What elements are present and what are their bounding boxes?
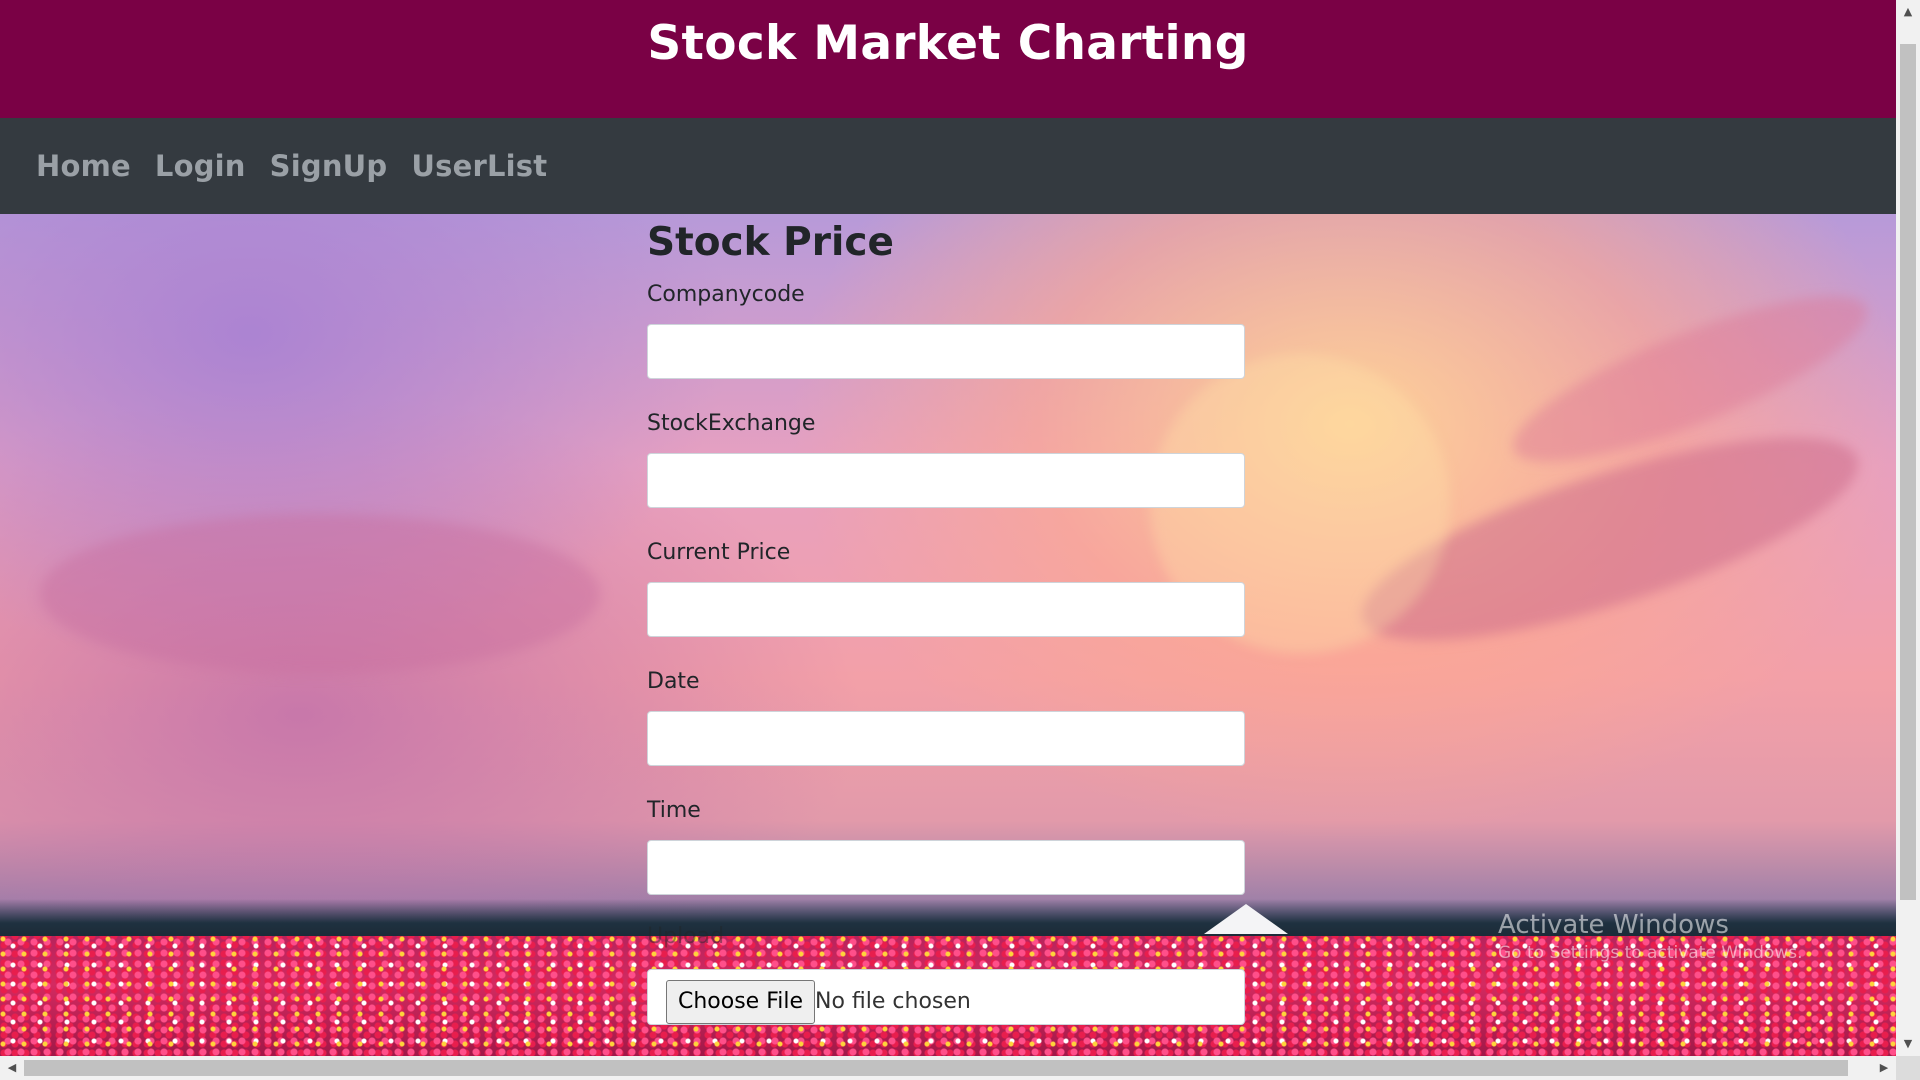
- tent-decoration: [1204, 904, 1288, 934]
- cloud-decoration: [40, 514, 600, 674]
- nav-links: Home Login SignUp UserList: [36, 118, 571, 214]
- date-label: Date: [647, 669, 700, 694]
- horizontal-scroll-thumb[interactable]: [24, 1060, 1848, 1076]
- file-upload-field[interactable]: Choose File No file chosen: [647, 969, 1245, 1025]
- browser-viewport: Stock Market Charting Home Login SignUp …: [0, 0, 1896, 1056]
- companycode-label: Companycode: [647, 282, 805, 307]
- time-label: Time: [647, 798, 701, 823]
- form-title: Stock Price: [647, 220, 894, 265]
- watermark-title: Activate Windows: [1498, 910, 1729, 940]
- scroll-up-arrow-icon[interactable]: ▲: [1896, 0, 1920, 24]
- choose-file-button[interactable]: Choose File: [666, 980, 816, 1024]
- upload-label: Upload: [647, 924, 725, 949]
- navbar: Home Login SignUp UserList: [0, 118, 1896, 214]
- scrollbar-corner: [1896, 1056, 1920, 1080]
- scroll-left-arrow-icon[interactable]: ◀: [0, 1056, 24, 1080]
- watermark-subtitle: Go to Settings to activate Windows.: [1498, 943, 1803, 963]
- app-title: Stock Market Charting: [647, 16, 1249, 71]
- nav-link-signup[interactable]: SignUp: [270, 149, 388, 183]
- scroll-right-arrow-icon[interactable]: ▶: [1872, 1056, 1896, 1080]
- date-input[interactable]: [647, 711, 1245, 766]
- app-header: Stock Market Charting: [0, 0, 1896, 118]
- time-input[interactable]: [647, 840, 1245, 895]
- nav-link-userlist[interactable]: UserList: [411, 149, 547, 183]
- file-status-text: No file chosen: [815, 989, 971, 1014]
- stockexchange-input[interactable]: [647, 453, 1245, 508]
- current-price-input[interactable]: [647, 582, 1245, 637]
- nav-link-home[interactable]: Home: [36, 149, 131, 183]
- vertical-scroll-thumb[interactable]: [1900, 44, 1916, 900]
- vertical-scrollbar[interactable]: ▲ ▼: [1896, 0, 1920, 1056]
- stockexchange-label: StockExchange: [647, 411, 816, 436]
- background-image: Stock Price Companycode StockExchange Cu…: [0, 214, 1896, 1056]
- scroll-down-arrow-icon[interactable]: ▼: [1896, 1032, 1920, 1056]
- horizontal-scrollbar[interactable]: ◀ ▶: [0, 1056, 1896, 1080]
- companycode-input[interactable]: [647, 324, 1245, 379]
- nav-link-login[interactable]: Login: [155, 149, 246, 183]
- current-price-label: Current Price: [647, 540, 791, 565]
- activate-windows-watermark: Activate Windows Go to Settings to activ…: [1498, 909, 1803, 965]
